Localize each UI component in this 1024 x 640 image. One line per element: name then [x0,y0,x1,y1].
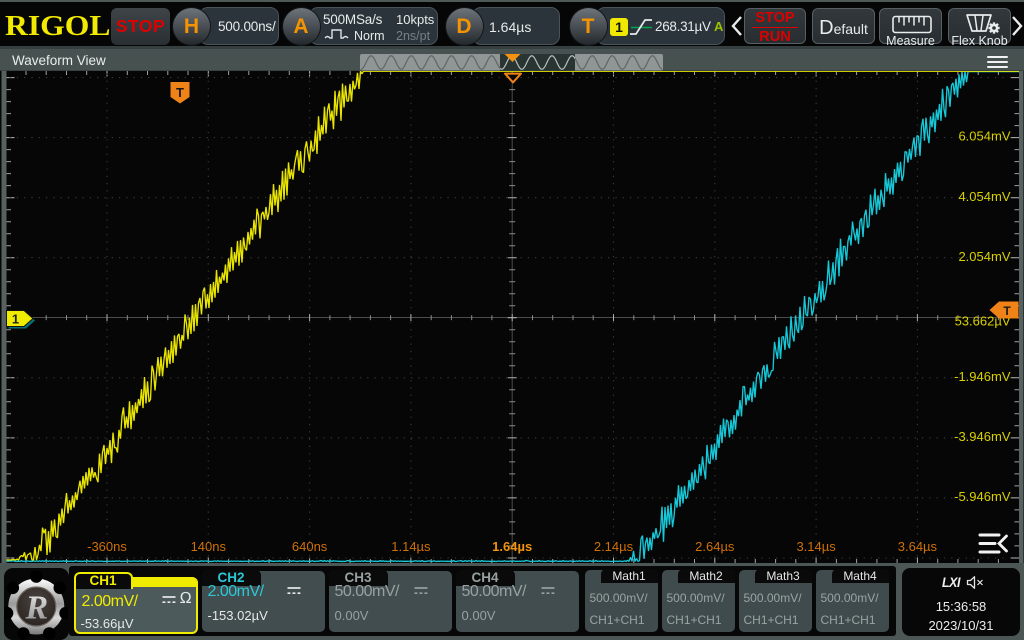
svg-text:1.14µs: 1.14µs [391,539,431,554]
svg-text:-360ns: -360ns [87,539,127,554]
svg-text:-5.946mV: -5.946mV [954,489,1011,504]
svg-text:140ns: 140ns [191,539,227,554]
svg-text:-3.946mV: -3.946mV [954,429,1011,444]
svg-text:T: T [176,85,184,100]
svg-text:6.054mV: 6.054mV [958,129,1010,144]
svg-text:-1.946mV: -1.946mV [954,369,1011,384]
svg-text:3.64µs: 3.64µs [898,539,938,554]
svg-text:4.054mV: 4.054mV [958,189,1010,204]
svg-text:640ns: 640ns [292,539,328,554]
svg-text:2.054mV: 2.054mV [958,249,1010,264]
svg-text:1.64µs: 1.64µs [492,539,532,554]
svg-text:1: 1 [12,311,19,326]
svg-text:3.14µs: 3.14µs [796,539,836,554]
svg-text:T: T [1003,304,1011,318]
svg-text:2.14µs: 2.14µs [594,539,634,554]
svg-text:R: R [24,589,48,626]
svg-text:2.64µs: 2.64µs [695,539,735,554]
